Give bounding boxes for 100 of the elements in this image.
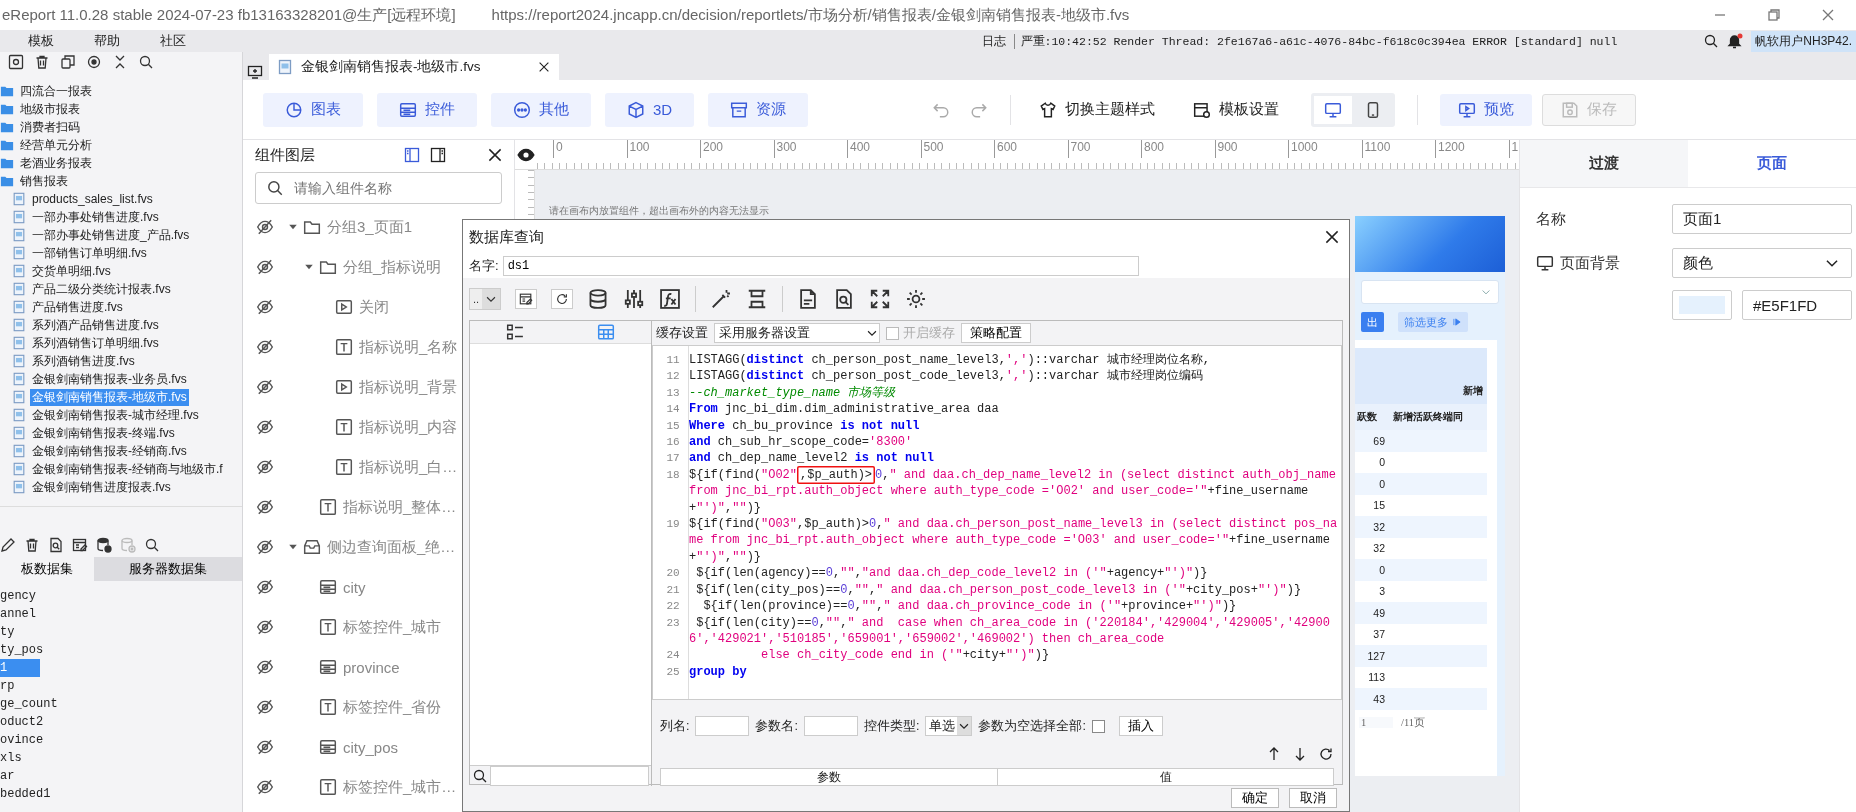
dataset-item[interactable]: ty_pos — [0, 641, 48, 659]
eye-slash-icon[interactable] — [256, 258, 274, 276]
copy-icon[interactable] — [60, 54, 76, 70]
magic-wand-icon[interactable] — [710, 288, 733, 310]
eye-slash-icon[interactable] — [256, 578, 274, 596]
new-tab-icon[interactable] — [247, 64, 263, 80]
column-input[interactable] — [695, 716, 750, 736]
eye-slash-icon[interactable] — [256, 378, 274, 396]
dataset-item[interactable]: bedded1 — [0, 785, 55, 803]
dataset-item[interactable]: xls — [0, 749, 26, 767]
layer-item[interactable]: 指标说明_背景 — [359, 377, 458, 397]
right-layout-icon[interactable] — [430, 147, 446, 163]
name-input[interactable]: ds1 — [502, 256, 1139, 276]
restore-icon[interactable] — [1766, 7, 1782, 23]
search-icon[interactable] — [144, 537, 160, 553]
menu-item[interactable]: 帮助 — [74, 32, 140, 50]
panel-tab[interactable]: 过渡 — [1520, 140, 1688, 187]
database-run-icon[interactable] — [96, 537, 112, 553]
dropdown-field[interactable] — [1361, 280, 1499, 304]
trash-icon[interactable] — [34, 54, 50, 70]
cache-select[interactable]: 采用服务器设置 — [714, 323, 880, 343]
left-layout-icon[interactable] — [404, 147, 420, 163]
tree-item[interactable]: 销售报表 — [18, 172, 70, 190]
dataset-item[interactable]: ar — [0, 767, 19, 785]
search-icon[interactable] — [138, 54, 154, 70]
dataset-item[interactable]: ty — [0, 623, 19, 641]
cancel-button[interactable]: 取消 — [1289, 788, 1337, 808]
connection-select[interactable]: .. — [469, 288, 502, 310]
close-icon[interactable] — [1323, 228, 1341, 246]
layer-item[interactable]: 标签控件_省份 — [343, 697, 442, 717]
insert-button[interactable]: 插入 — [1118, 716, 1163, 736]
bell-icon[interactable] — [1727, 33, 1744, 49]
control-type-select[interactable]: 单选 — [925, 716, 973, 736]
tree-item[interactable]: 系列酒产品销售进度.fvs — [30, 316, 161, 334]
tree-item[interactable]: 金银剑南销售报表-业务员.fvs — [30, 370, 189, 388]
tree-item[interactable]: 四流合一报表 — [18, 82, 94, 100]
search-box[interactable]: 请输入组件名称 — [255, 172, 502, 204]
tree-item[interactable]: 产品二级分类统计报表.fvs — [30, 280, 173, 298]
close-icon[interactable] — [537, 60, 551, 74]
dataset-tab[interactable]: 服务器数据集 — [94, 557, 242, 581]
eye-slash-icon[interactable] — [256, 298, 274, 316]
eye-slash-icon[interactable] — [256, 338, 274, 356]
layer-item[interactable]: 关闭 — [359, 297, 389, 317]
refresh-button[interactable] — [551, 289, 574, 309]
layer-item[interactable]: city_pos — [343, 738, 399, 756]
tree-item[interactable]: 地级市报表 — [18, 100, 82, 118]
view-toggle[interactable] — [596, 323, 615, 341]
insert-button[interactable]: 图表 — [263, 92, 363, 127]
page-field[interactable]: 1 — [1359, 717, 1393, 728]
layer-item[interactable]: 标签控件_城市… — [343, 777, 457, 797]
color-swatch[interactable] — [1672, 290, 1732, 320]
tree-item[interactable]: 系列酒销售进度.fvs — [30, 352, 137, 370]
tree-item[interactable]: 一部销售订单明细.fvs — [30, 244, 149, 262]
layer-item[interactable]: city — [343, 578, 366, 596]
dataset-item[interactable]: rp — [0, 677, 19, 695]
eye-slash-icon[interactable] — [256, 738, 274, 756]
eye-slash-icon[interactable] — [256, 418, 274, 436]
document-tab[interactable]: 金银剑南销售报表-地级市.fvs — [269, 54, 559, 80]
preview-button[interactable]: 预览 — [1440, 93, 1533, 126]
expand-icon[interactable] — [869, 288, 892, 310]
tree-item[interactable]: 金银剑南销售报表-经销商与地级市.f — [30, 460, 225, 478]
param-input[interactable] — [803, 716, 858, 736]
search-field[interactable] — [490, 766, 649, 786]
layer-item[interactable]: 指标说明_白… — [359, 457, 458, 477]
insert-button[interactable]: 资源 — [708, 92, 809, 127]
search-field[interactable]: 请输入组件名称 — [292, 179, 491, 197]
device-toggle[interactable] — [1314, 95, 1353, 124]
log-link[interactable]: 日志 — [981, 33, 1006, 49]
menu-item[interactable]: 模板 — [0, 32, 74, 50]
insert-button[interactable]: 其他 — [491, 92, 591, 127]
name-field[interactable]: 页面1 — [1672, 204, 1852, 234]
edit-connection-button[interactable] — [515, 289, 538, 309]
eye-slash-icon[interactable] — [256, 618, 274, 636]
dataset-item[interactable]: ovince — [0, 731, 48, 749]
search-icon[interactable] — [1703, 33, 1720, 49]
tree-item[interactable]: 一部办事处销售进度_产品.fvs — [30, 226, 192, 244]
eye-slash-icon[interactable] — [256, 658, 274, 676]
layer-item[interactable]: 指标说明_内容 — [359, 417, 458, 437]
tree-item[interactable]: 一部办事处销售进度.fvs — [30, 208, 161, 226]
template-settings-button[interactable]: 模板设置 — [1187, 99, 1286, 120]
tree-item[interactable]: 金银剑南销售报表-经销商.fvs — [30, 442, 189, 460]
tree-item[interactable]: 系列酒销售订单明细.fvs — [30, 334, 161, 352]
search-document-icon[interactable] — [48, 537, 64, 553]
view-toggle[interactable] — [506, 323, 525, 341]
tree-item[interactable]: 交货单明细.fvs — [30, 262, 113, 280]
insert-button[interactable]: 控件 — [377, 92, 477, 127]
eye-slash-icon[interactable] — [256, 498, 274, 516]
eye-slash-icon[interactable] — [256, 538, 274, 556]
close-icon[interactable] — [486, 146, 504, 164]
tree-item[interactable]: products_sales_list.fvs — [30, 190, 155, 208]
layer-item[interactable]: province — [343, 658, 400, 676]
theme-button[interactable]: 切换主题样式 — [1033, 99, 1162, 120]
dataset-item[interactable]: oduct2 — [0, 713, 48, 731]
user-name[interactable]: 帆软用户NH3P42. — [1751, 30, 1856, 52]
tree-item[interactable]: 消费者扫码 — [18, 118, 82, 136]
query-button[interactable]: 出 — [1361, 312, 1384, 332]
tree-item[interactable]: 金银剑南销售进度报表.fvs — [30, 478, 173, 496]
tree-item[interactable]: 老酒业务报表 — [18, 154, 94, 172]
dataset-item[interactable]: annel — [0, 605, 40, 623]
color-field[interactable]: #E5F1FD — [1742, 290, 1852, 320]
